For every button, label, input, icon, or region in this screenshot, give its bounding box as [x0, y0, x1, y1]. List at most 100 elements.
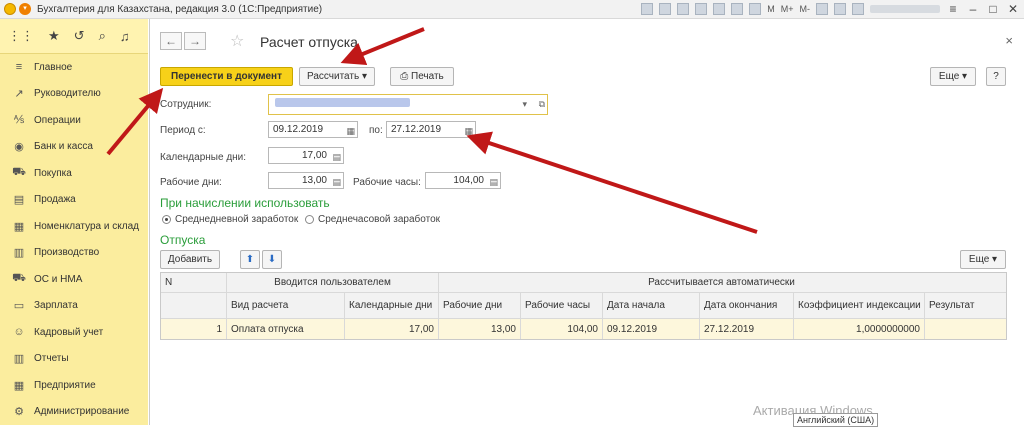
more-button[interactable]: Еще ▾ [930, 67, 976, 86]
sidebar-item[interactable]: ☺ Кадровый учет [0, 319, 148, 346]
cell-start-date[interactable]: 09.12.2019 [603, 319, 700, 339]
column-header-index-coef[interactable]: Коэффициент индексации [794, 293, 925, 318]
print-icon[interactable] [659, 3, 672, 15]
open-icon[interactable]: ⧉ [539, 97, 545, 112]
user-name-blurred[interactable] [870, 5, 940, 13]
work-hours-field[interactable]: 104,00 ▤ [425, 172, 501, 189]
dropdown-icon[interactable]: ▾ [522, 97, 527, 112]
table-more-button[interactable]: Еще ▾ [960, 250, 1006, 269]
period-to-field[interactable]: 27.12.2019 ▦ [386, 121, 476, 138]
calendar-icon[interactable]: ▦ [464, 124, 473, 139]
bell-icon[interactable] [852, 3, 864, 15]
sidebar-item[interactable]: ◉ Банк и касса [0, 134, 148, 161]
radio-hourly-earnings[interactable]: Среднечасовой заработок [305, 214, 440, 225]
sidebar-item[interactable]: ▦ Номенклатура и склад [0, 213, 148, 240]
sidebar-item[interactable]: ↗ Руководителю [0, 81, 148, 108]
cell-end-date[interactable]: 27.12.2019 [700, 319, 794, 339]
help-button[interactable]: ? [986, 67, 1006, 86]
calculate-button[interactable]: Рассчитать ▾ [299, 67, 375, 86]
column-header-end-date[interactable]: Дата окончания [700, 293, 794, 318]
preview-icon[interactable] [677, 3, 690, 15]
vacations-section-title: Отпуска [160, 233, 206, 247]
mail-icon[interactable] [695, 3, 708, 15]
column-header-start-date[interactable]: Дата начала [603, 293, 700, 318]
move-up-icon[interactable]: ⬆ [240, 250, 260, 269]
close-form-icon[interactable]: × [1005, 33, 1013, 48]
sidebar-item-label: Предприятие [34, 379, 96, 391]
work-days-label: Рабочие дни: [160, 177, 222, 188]
sidebar-item-label: Администрирование [34, 406, 130, 418]
calculator-icon[interactable]: ▤ [332, 150, 341, 165]
forward-button[interactable]: → [184, 32, 206, 50]
calendar-icon[interactable]: ▦ [346, 124, 355, 139]
period-from-field[interactable]: 09.12.2019 ▦ [268, 121, 358, 138]
column-header-result[interactable]: Результат [925, 293, 1004, 318]
printer-icon: ⎙ [400, 71, 409, 82]
sidebar-item[interactable]: ⛟ Покупка [0, 160, 148, 187]
memory-button[interactable]: M [767, 4, 775, 14]
cell-result[interactable] [925, 319, 1004, 339]
notifications-bell-icon[interactable]: ♫ [120, 29, 130, 44]
work-days-field[interactable]: 13,00 ▤ [268, 172, 344, 189]
calculator-icon[interactable]: ▤ [332, 175, 341, 190]
title-bar-tools: M M+ M- ≡ – □ ✕ [641, 2, 1020, 16]
column-header-calendar-days[interactable]: Календарные дни [345, 293, 439, 318]
cell-n[interactable]: 1 [161, 319, 227, 339]
column-header-work-hours[interactable]: Рабочие часы [521, 293, 603, 318]
sidebar-item[interactable]: ▦ Предприятие [0, 372, 148, 399]
sidebar-item[interactable]: ⅍ Операции [0, 107, 148, 134]
group-header-auto: Рассчитывается автоматически [648, 277, 795, 288]
sidebar-item[interactable]: ⛟ ОС и НМА [0, 266, 148, 293]
sidebar-item[interactable]: ▤ Продажа [0, 187, 148, 214]
column-header-calc-type[interactable]: Вид расчета [227, 293, 345, 318]
period-from-value: 09.12.2019 [273, 124, 324, 135]
sidebar-item[interactable]: ⚙ Администрирование [0, 399, 148, 426]
radio-daily-earnings[interactable]: Среднедневной заработок [162, 214, 298, 225]
sidebar-item[interactable]: ▭ Зарплата [0, 293, 148, 320]
sidebar-item[interactable]: ▥ Отчеты [0, 346, 148, 373]
main-menu-icon[interactable]: ▾ [19, 3, 31, 15]
cell-work-days[interactable]: 13,00 [439, 319, 521, 339]
cell-calc-type[interactable]: Оплата отпуска [227, 319, 345, 339]
maximize-icon[interactable]: □ [986, 2, 1000, 16]
print-button[interactable]: ⎙ Печать [390, 67, 454, 86]
enterprise-icon: ▦ [13, 379, 25, 392]
zoom-icon[interactable] [816, 3, 828, 15]
radio-hourly-label: Среднечасовой заработок [318, 214, 441, 225]
cell-work-hours[interactable]: 104,00 [521, 319, 603, 339]
link-icon[interactable] [713, 3, 726, 15]
transfer-to-document-button[interactable]: Перенести в документ [160, 67, 293, 86]
search-icon[interactable]: ⌕ [99, 28, 106, 44]
sidebar-item[interactable]: ▥ Производство [0, 240, 148, 267]
sidebar-item-label: Зарплата [34, 300, 78, 312]
employee-name-blurred [275, 98, 410, 107]
apps-grid-icon[interactable]: ⋮⋮ [8, 28, 34, 44]
cell-calendar-days[interactable]: 17,00 [345, 319, 439, 339]
memory-minus-button[interactable]: M- [800, 4, 811, 14]
minimize-icon[interactable]: – [966, 2, 980, 16]
more-label: Еще [938, 71, 960, 82]
move-down-icon[interactable]: ⬇ [262, 250, 282, 269]
settings-icon[interactable]: ≡ [946, 2, 960, 16]
close-window-icon[interactable]: ✕ [1006, 2, 1020, 16]
calculator-icon[interactable] [749, 3, 762, 15]
table-row[interactable]: 1 Оплата отпуска 17,00 13,00 104,00 09.1… [161, 319, 1006, 339]
favorite-star-icon[interactable]: ☆ [230, 31, 244, 51]
calculator-icon[interactable]: ▤ [489, 175, 498, 190]
cell-index-coef[interactable]: 1,0000000000 [794, 319, 925, 339]
column-header-n[interactable]: N [161, 273, 227, 292]
back-button[interactable]: ← [160, 32, 182, 50]
calendar-icon[interactable] [731, 3, 744, 15]
calendar-days-field[interactable]: 17,00 ▤ [268, 147, 344, 164]
column-header-blank [161, 293, 227, 318]
employee-field[interactable]: ▾ ⧉ [268, 94, 548, 115]
column-header-work-days[interactable]: Рабочие дни [439, 293, 521, 318]
info-icon[interactable] [834, 3, 846, 15]
save-icon[interactable] [641, 3, 654, 15]
sidebar-item[interactable]: ≡ Главное [0, 54, 148, 81]
history-icon[interactable]: ↺ [74, 28, 85, 44]
add-button[interactable]: Добавить [160, 250, 220, 269]
memory-plus-button[interactable]: M+ [781, 4, 794, 14]
print-label: Печать [411, 71, 444, 82]
favorites-star-icon[interactable]: ★ [48, 28, 60, 44]
